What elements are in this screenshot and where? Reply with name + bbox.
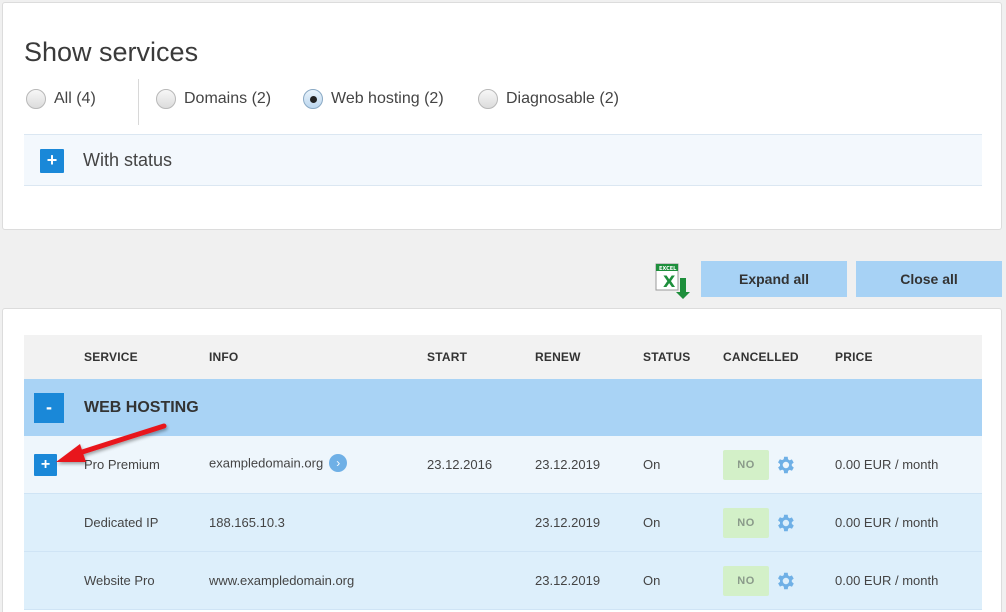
table-row: + Pro Premium exampledomain.org › 23.12.2…: [24, 436, 982, 494]
services-table-panel: SERVICE INFO START RENEW STATUS CANCELLE…: [2, 308, 1002, 612]
table-row: Website Pro www.exampledomain.org 23.12.…: [24, 552, 982, 610]
gear-icon[interactable]: [774, 570, 796, 592]
close-all-button[interactable]: Close all: [856, 261, 1002, 297]
cell-status: On: [643, 573, 661, 588]
radio-domains-label: Domains (2): [184, 90, 272, 107]
cell-info: www.exampledomain.org: [209, 573, 355, 588]
radio-separator: [138, 79, 139, 125]
gear-icon[interactable]: [774, 454, 796, 476]
cell-service: Pro Premium: [84, 457, 160, 472]
cancelled-badge: NO: [723, 566, 769, 596]
cell-price: 0.00 EUR / month: [835, 573, 939, 588]
cell-service: Website Pro: [84, 573, 155, 588]
header-start: START: [427, 350, 468, 364]
cell-info: 188.165.10.3: [209, 515, 285, 530]
cell-info: exampledomain.org ›: [209, 454, 348, 473]
radio-all-label: All (4): [54, 90, 96, 107]
group-row-web-hosting[interactable]: - WEB HOSTING: [24, 379, 982, 436]
radio-all-circle[interactable]: [26, 89, 46, 109]
header-cancelled: CANCELLED: [723, 350, 799, 364]
header-info: INFO: [209, 350, 239, 364]
group-collapse-button[interactable]: -: [34, 393, 64, 423]
cell-price: 0.00 EUR / month: [835, 515, 939, 530]
radio-domains-circle[interactable]: [156, 89, 176, 109]
group-label: WEB HOSTING: [84, 399, 199, 416]
header-renew: RENEW: [535, 350, 581, 364]
radio-diagnosable[interactable]: Diagnosable (2): [478, 89, 619, 109]
with-status-bar[interactable]: + With status: [24, 134, 982, 186]
cell-renew: 23.12.2019: [535, 573, 601, 588]
radio-web-hosting[interactable]: Web hosting (2): [303, 89, 444, 109]
with-status-label: With status: [83, 150, 173, 170]
table-row: Dedicated IP 188.165.10.3 23.12.2019 On …: [24, 494, 982, 552]
expand-all-button[interactable]: Expand all: [701, 261, 847, 297]
cell-service: Dedicated IP: [84, 515, 159, 530]
header-service: SERVICE: [84, 350, 138, 364]
cell-start: 23.12.2016: [427, 457, 493, 472]
cancelled-badge: NO: [723, 450, 769, 480]
gear-icon[interactable]: [774, 512, 796, 534]
radio-web-hosting-circle[interactable]: [303, 89, 323, 109]
cancelled-badge: NO: [723, 508, 769, 538]
filter-panel: Show services All (4) Domains (2) Web ho…: [2, 2, 1002, 230]
page-title: Show services: [24, 37, 199, 67]
chevron-right-icon[interactable]: ›: [329, 454, 348, 472]
cell-renew: 23.12.2019: [535, 457, 601, 472]
radio-diagnosable-label: Diagnosable (2): [506, 90, 619, 107]
svg-text:X: X: [663, 272, 676, 291]
service-filter-radios: All (4) Domains (2) Web hosting (2) Diag…: [24, 79, 984, 127]
radio-all[interactable]: All (4): [26, 89, 96, 109]
table-header: SERVICE INFO START RENEW STATUS CANCELLE…: [24, 335, 982, 379]
cell-renew: 23.12.2019: [535, 515, 601, 530]
cell-price: 0.00 EUR / month: [835, 457, 939, 472]
header-price: PRICE: [835, 350, 873, 364]
cell-info-text: exampledomain.org: [209, 455, 324, 471]
cell-status: On: [643, 515, 661, 530]
row-expand-button[interactable]: +: [34, 454, 57, 476]
radio-diagnosable-circle[interactable]: [478, 89, 498, 109]
radio-web-hosting-label: Web hosting (2): [331, 90, 444, 107]
radio-domains[interactable]: Domains (2): [156, 89, 271, 109]
header-status: STATUS: [643, 350, 691, 364]
with-status-expand-button[interactable]: +: [40, 149, 64, 173]
excel-export-icon[interactable]: EXCEL X: [654, 262, 692, 300]
cell-status: On: [643, 457, 661, 472]
